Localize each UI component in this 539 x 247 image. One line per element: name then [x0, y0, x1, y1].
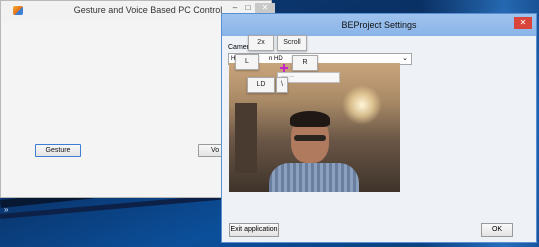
- right-click-button[interactable]: R: [292, 55, 318, 71]
- left-click-button[interactable]: L: [235, 54, 259, 70]
- overlay-small-button[interactable]: \: [276, 77, 288, 93]
- desktop-arrow-icon: »: [4, 205, 9, 214]
- crosshair-cursor-icon: [280, 64, 288, 72]
- settings-window-title: BEProject Settings: [341, 20, 417, 30]
- scroll-button[interactable]: Scroll: [277, 35, 307, 51]
- preview-door: [235, 103, 257, 173]
- settings-titlebar: BEProject Settings ✕: [222, 14, 536, 36]
- settings-body: Camera H n HD ⌄ Exit application OK: [222, 36, 536, 242]
- preview-person-hair: [290, 111, 330, 127]
- preview-person-shirt: [269, 163, 359, 192]
- main-window-title: Gesture and Voice Based PC Control: [73, 5, 223, 15]
- gesture-button[interactable]: Gesture: [35, 144, 81, 157]
- ok-button[interactable]: OK: [481, 223, 513, 237]
- chevron-down-icon: ⌄: [402, 55, 408, 62]
- exit-application-button[interactable]: Exit application: [229, 223, 279, 237]
- settings-window: BEProject Settings ✕ Camera H n HD ⌄ Exi…: [221, 13, 537, 243]
- settings-close-button[interactable]: ✕: [514, 17, 532, 29]
- preview-person-glasses: [294, 135, 326, 141]
- app-icon: [13, 6, 23, 15]
- preview-light: [342, 85, 382, 125]
- left-drag-button[interactable]: LD: [247, 77, 275, 93]
- double-click-button[interactable]: 2x: [248, 35, 274, 51]
